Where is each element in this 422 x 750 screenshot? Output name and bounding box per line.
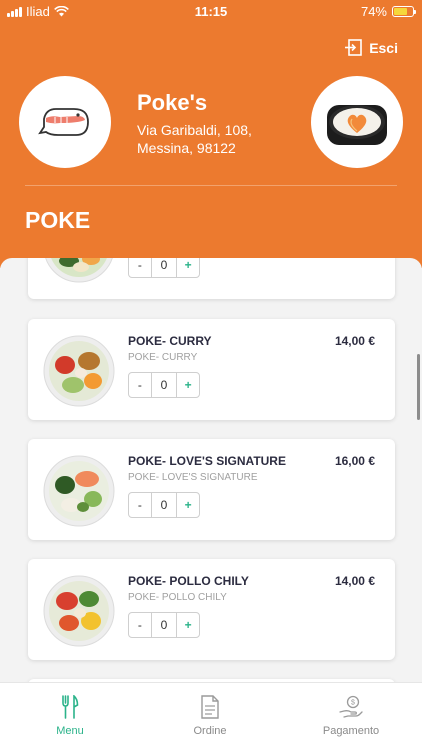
svg-text:$: $	[351, 700, 355, 707]
item-description: POKE- POLLO CHILY	[128, 592, 227, 603]
store-logo	[19, 76, 111, 168]
decrease-button[interactable]: -	[129, 373, 151, 397]
scrollbar[interactable]	[417, 354, 420, 420]
address-line-1: Via Garibaldi, 108,	[137, 122, 252, 138]
category-title: POKE	[25, 207, 91, 233]
increase-button[interactable]: +	[177, 373, 199, 397]
poke-bowl-image	[43, 335, 115, 407]
menu-item-card[interactable]: POKE- POLLO CHILY POKE- POLLO CHILY 14,0…	[28, 559, 395, 660]
poke-bowl-image	[45, 258, 113, 283]
status-time: 11:15	[194, 4, 228, 19]
quantity-value: 0	[150, 258, 178, 277]
tab-pagamento[interactable]: $ Pagamento	[301, 695, 401, 737]
quantity-value: 0	[150, 613, 178, 637]
menu-item-card[interactable]: - 0 +	[28, 258, 395, 299]
poke-bowl-image	[43, 455, 115, 527]
logout-icon	[345, 39, 362, 56]
increase-button[interactable]: +	[177, 613, 199, 637]
item-price: 14,00 €	[334, 334, 375, 348]
header-divider	[25, 185, 397, 186]
increase-button[interactable]: +	[177, 258, 199, 277]
store-name: Poke's	[137, 90, 208, 115]
header: Iliad 11:15 74% Esci Poke's Via Garibald…	[0, 0, 422, 268]
tab-label: Ordine	[193, 725, 227, 737]
item-description: POKE- LOVE'S SIGNATURE	[128, 472, 258, 483]
item-name: POKE- CURRY	[128, 334, 212, 348]
decrease-button[interactable]: -	[129, 258, 151, 277]
quantity-stepper[interactable]: - 0 +	[128, 492, 200, 518]
store-address: Via Garibaldi, 108, Messina, 98122	[137, 121, 297, 157]
decrease-button[interactable]: -	[129, 613, 151, 637]
tab-label: Menu	[56, 725, 84, 737]
increase-button[interactable]: +	[177, 493, 199, 517]
item-name: POKE- LOVE'S SIGNATURE	[128, 454, 286, 468]
sushi-roll-icon	[327, 105, 387, 145]
store-image	[311, 76, 403, 168]
menu-item-card[interactable]: POKE- LOVE'S SIGNATURE POKE- LOVE'S SIGN…	[28, 439, 395, 540]
status-right: 74%	[360, 4, 416, 19]
tab-ordine[interactable]: Ordine	[160, 695, 260, 737]
logout-label: Esci	[369, 39, 398, 56]
fish-logo-icon	[38, 108, 89, 136]
decrease-button[interactable]: -	[129, 493, 151, 517]
battery-icon	[392, 6, 416, 17]
status-bar: Iliad 11:15 74%	[0, 0, 422, 22]
menu-list[interactable]: - 0 + POKE- CURRY POKE- CURRY 14,00 € - …	[0, 258, 422, 682]
quantity-value: 0	[150, 373, 178, 397]
quantity-stepper[interactable]: - 0 +	[128, 612, 200, 638]
menu-item-card[interactable]: POKE- CURRY POKE- CURRY 14,00 € - 0 +	[28, 319, 395, 420]
battery-percent: 74%	[360, 4, 387, 19]
quantity-value: 0	[150, 493, 178, 517]
logout-button[interactable]: Esci	[345, 39, 398, 56]
item-name: POKE- POLLO CHILY	[128, 574, 249, 588]
cutlery-icon	[62, 695, 79, 719]
poke-bowl-image	[43, 575, 115, 647]
item-description: POKE- CURRY	[128, 352, 198, 363]
hand-coin-icon: $	[339, 695, 363, 718]
quantity-stepper[interactable]: - 0 +	[128, 258, 200, 278]
tab-bar: Menu Ordine $ Pagamento	[0, 682, 422, 750]
tab-label: Pagamento	[322, 725, 380, 737]
quantity-stepper[interactable]: - 0 +	[128, 372, 200, 398]
item-price: 16,00 €	[334, 454, 375, 468]
tab-menu[interactable]: Menu	[20, 695, 120, 737]
address-line-2: Messina, 98122	[137, 140, 236, 156]
document-icon	[201, 695, 219, 719]
item-price: 14,00 €	[334, 574, 375, 588]
